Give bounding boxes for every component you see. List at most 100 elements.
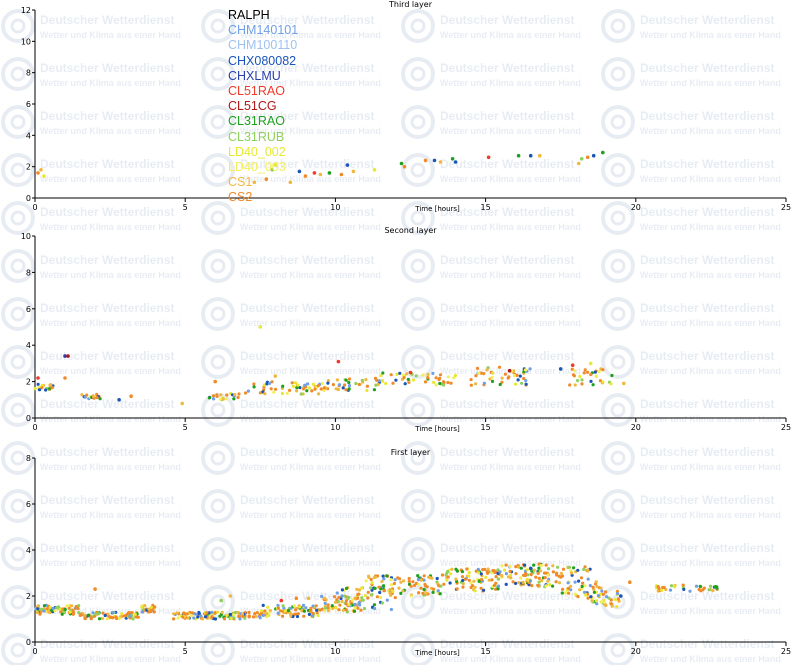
watermark-subtitle: Wetter und Klima aus einer Hand	[40, 78, 181, 88]
data-point	[589, 595, 593, 599]
data-point	[382, 584, 386, 588]
data-point	[285, 391, 289, 395]
watermark-subtitle: Wetter und Klima aus einer Hand	[440, 126, 581, 136]
watermark-tile: Deutscher WetterdienstWetter und Klima a…	[401, 153, 581, 187]
data-point	[42, 609, 46, 613]
data-point	[91, 611, 95, 615]
data-point	[294, 596, 299, 601]
data-point	[551, 570, 556, 574]
data-point	[556, 565, 560, 569]
data-point	[524, 382, 528, 386]
data-point	[480, 577, 484, 582]
data-point	[105, 617, 110, 621]
data-point	[536, 583, 540, 587]
data-point	[389, 583, 394, 587]
data-point	[373, 586, 377, 591]
data-point	[37, 388, 42, 392]
data-point	[539, 563, 544, 568]
data-point	[79, 613, 83, 617]
data-point	[540, 579, 544, 583]
watermark-subtitle: Wetter und Klima aus einer Hand	[640, 606, 781, 616]
watermark-title: Deutscher Wetterdienst	[640, 301, 774, 315]
data-point	[140, 605, 144, 609]
data-point	[419, 586, 423, 590]
data-point	[147, 607, 151, 611]
data-point	[272, 390, 276, 394]
data-point	[398, 371, 402, 375]
data-point	[280, 391, 284, 396]
data-point	[453, 160, 458, 164]
data-point	[85, 393, 89, 397]
data-point	[491, 568, 495, 573]
data-point	[580, 584, 584, 589]
data-point	[583, 368, 587, 372]
watermark-tile: Deutscher WetterdienstWetter und Klima a…	[401, 537, 581, 571]
watermark-tile: Deutscher WetterdienstWetter und Klima a…	[401, 57, 581, 91]
data-point	[432, 587, 436, 591]
data-point	[537, 566, 541, 570]
data-point	[461, 585, 465, 589]
data-point	[334, 606, 338, 610]
dwd-logo-icon-inner	[410, 258, 426, 274]
data-point	[339, 172, 344, 177]
data-point	[615, 605, 619, 609]
dwd-logo-icon	[1, 297, 35, 331]
watermark-title: Deutscher Wetterdienst	[40, 349, 174, 363]
data-point	[309, 606, 313, 610]
data-point	[682, 587, 686, 592]
dwd-logo-icon-inner	[210, 114, 226, 130]
data-point	[311, 611, 315, 615]
data-point	[713, 585, 718, 589]
watermark-title: Deutscher Wetterdienst	[240, 253, 374, 267]
watermark-subtitle: Wetter und Klima aus einer Hand	[40, 318, 181, 328]
data-point	[360, 596, 364, 600]
data-point	[296, 612, 300, 616]
data-point	[525, 568, 529, 572]
x-axis-label: Time [hours]	[414, 649, 460, 657]
watermark-subtitle: Wetter und Klima aus einer Hand	[640, 654, 781, 664]
dwd-logo-icon	[401, 9, 435, 43]
watermark-title: Deutscher Wetterdienst	[440, 397, 574, 411]
watermark-title: Deutscher Wetterdienst	[640, 349, 774, 363]
data-point	[536, 571, 540, 576]
dwd-logo-icon-inner	[210, 66, 226, 82]
data-point	[469, 383, 473, 387]
watermark-title: Deutscher Wetterdienst	[240, 493, 374, 507]
data-point	[450, 567, 454, 571]
data-point	[42, 604, 47, 608]
data-point	[197, 610, 201, 615]
data-point	[381, 574, 385, 578]
data-point	[388, 588, 392, 592]
data-point	[213, 379, 217, 384]
data-point	[238, 617, 242, 621]
data-point	[588, 361, 593, 366]
data-point	[83, 616, 87, 620]
data-point	[123, 614, 127, 618]
data-point	[439, 584, 443, 588]
data-point	[709, 584, 713, 588]
data-point	[351, 598, 355, 602]
watermark-title: Deutscher Wetterdienst	[640, 157, 774, 171]
data-point	[421, 373, 425, 377]
watermark-subtitle: Wetter und Klima aus einer Hand	[240, 414, 381, 424]
data-point	[473, 589, 477, 593]
data-point	[446, 380, 450, 385]
data-point	[264, 611, 268, 616]
data-point	[673, 585, 677, 589]
data-point	[103, 613, 107, 618]
data-point	[370, 581, 374, 585]
data-point	[236, 610, 240, 615]
dwd-logo-icon-inner	[410, 66, 426, 82]
data-point	[455, 587, 459, 591]
data-point	[431, 371, 435, 375]
watermark-tile: Deutscher WetterdienstWetter und Klima a…	[401, 249, 581, 283]
data-point	[610, 604, 614, 608]
watermark-subtitle: Wetter und Klima aus einer Hand	[40, 414, 181, 424]
x-tick-label: 20	[631, 203, 641, 212]
y-tick-label: 4	[26, 546, 31, 555]
watermark-title: Deutscher Wetterdienst	[240, 397, 374, 411]
data-point	[503, 372, 507, 376]
dwd-logo-icon-inner	[410, 546, 426, 562]
data-point	[189, 614, 193, 618]
data-point	[323, 601, 327, 606]
